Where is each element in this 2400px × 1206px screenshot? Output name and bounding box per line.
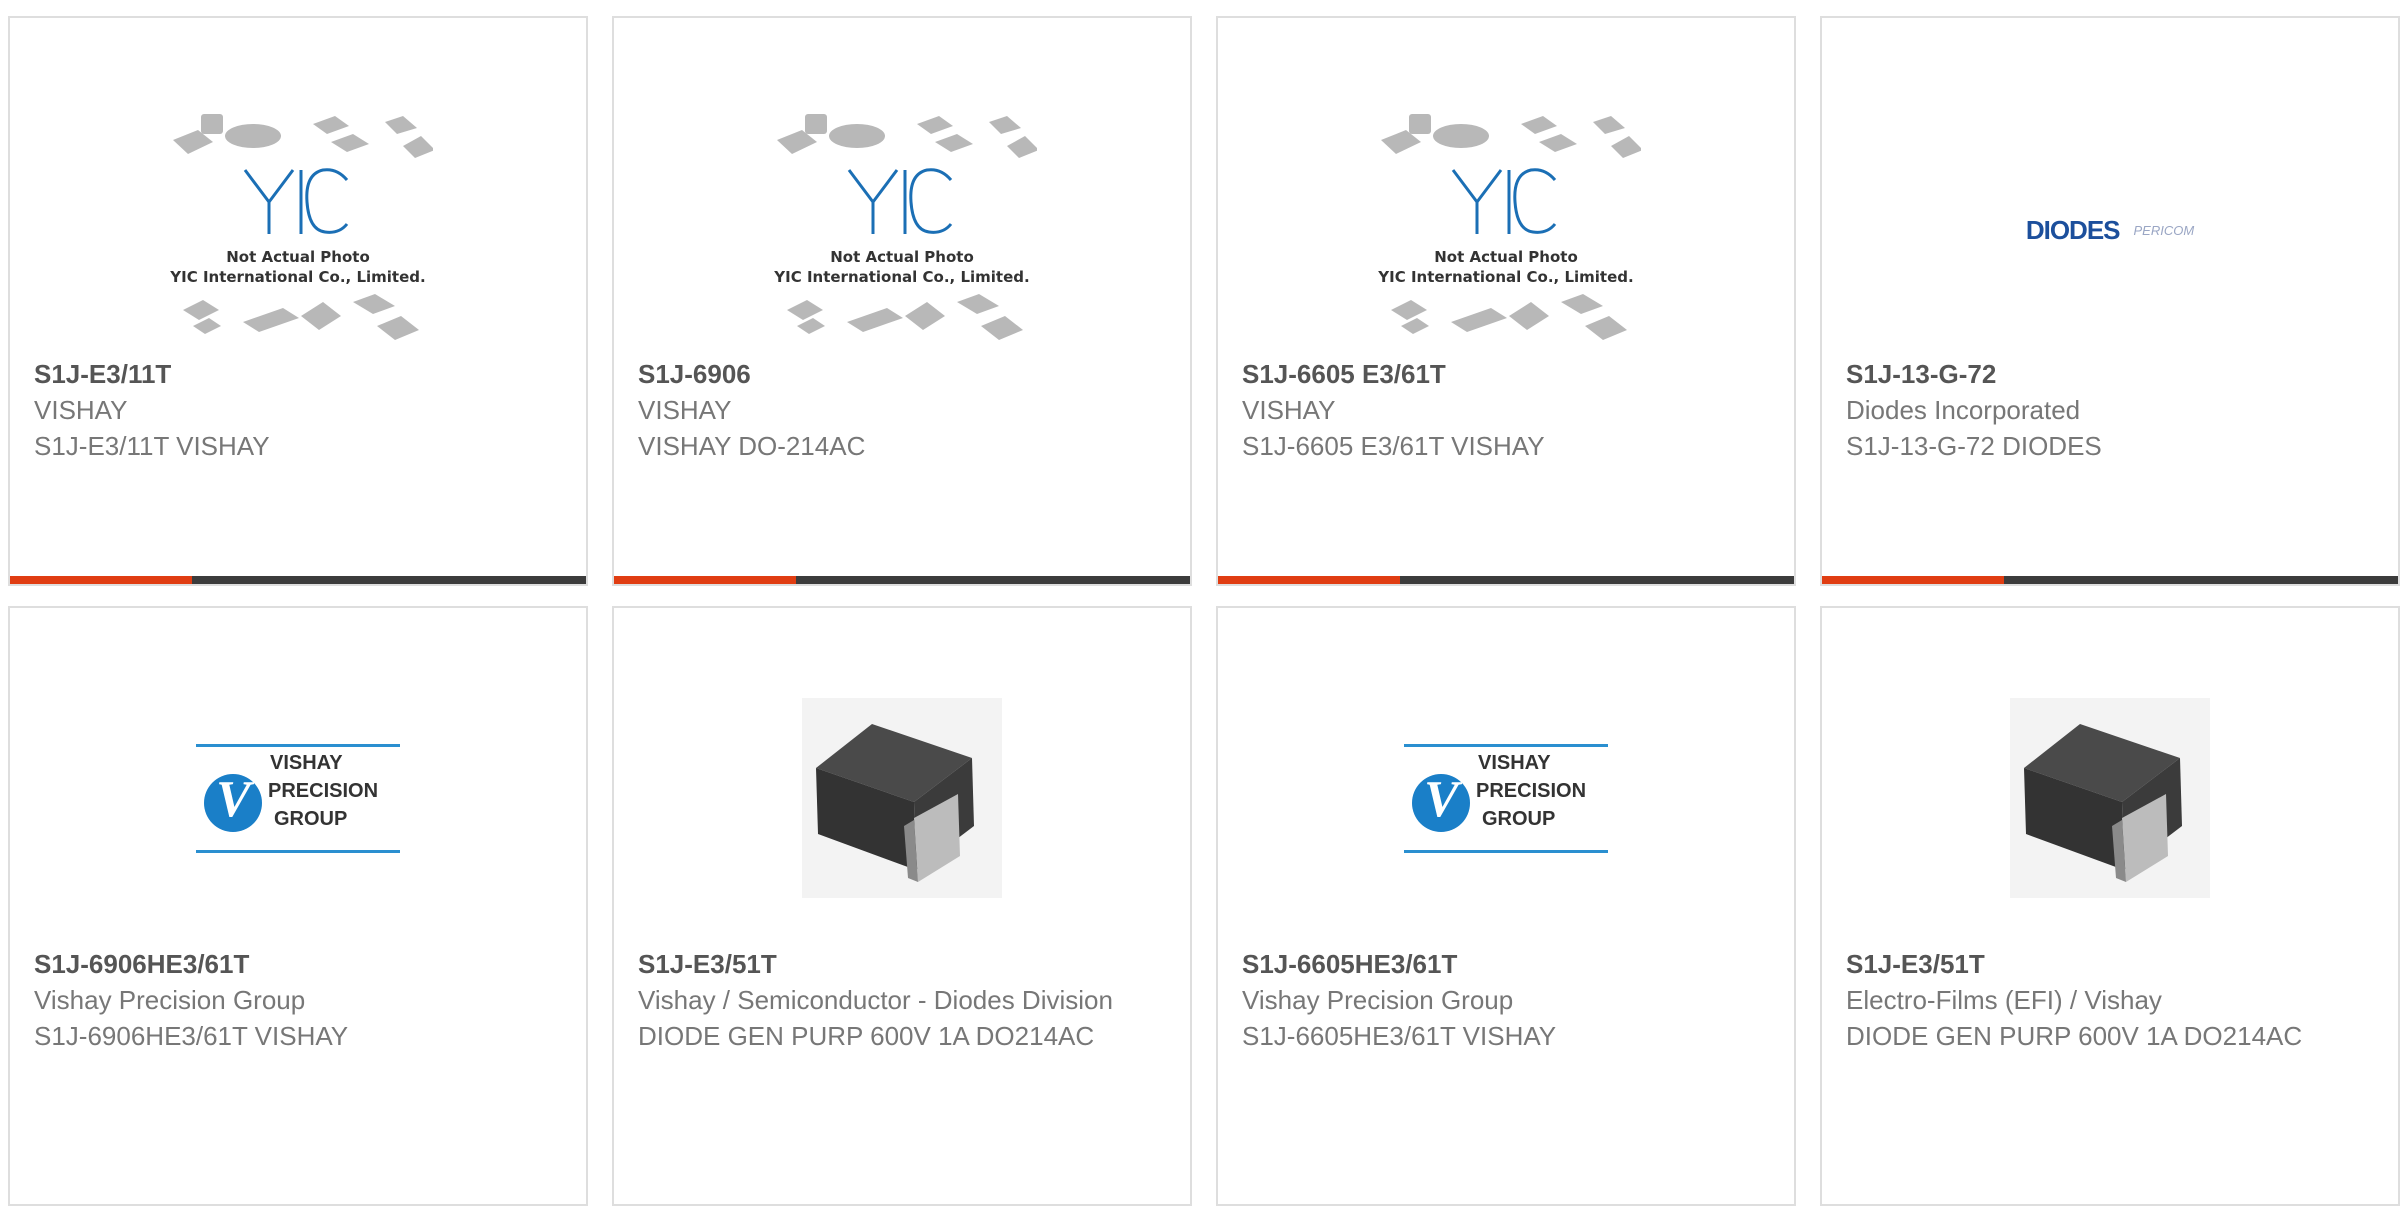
product-image: Not Actual Photo YIC International Co., … [1218, 102, 1794, 358]
description: DIODE GEN PURP 600V 1A DO214AC [1846, 1021, 2303, 1051]
part-number[interactable]: S1J-E3/11T [34, 356, 562, 392]
logo-divider [1404, 744, 1608, 747]
logo-word-vishay: VISHAY [270, 752, 343, 774]
product-card[interactable]: S1J-E3/51T Electro-Films (EFI) / Vishay … [1820, 606, 2400, 1206]
description: S1J-6906HE3/61T VISHAY [34, 1021, 349, 1051]
yic-logo-icon [1451, 168, 1557, 234]
part-number[interactable]: S1J-6906HE3/61T [34, 946, 562, 982]
diodes-brand: DIODES [2025, 214, 2121, 245]
product-info: S1J-6605 E3/61T VISHAY S1J-6605 E3/61T V… [1242, 356, 1770, 464]
not-actual-photo-label: Not Actual Photo [830, 248, 974, 266]
product-card[interactable]: V VISHAY PRECISION GROUP S1J-6906HE3/61T… [8, 606, 588, 1206]
yic-placeholder-image: Not Actual Photo YIC International Co., … [767, 110, 1039, 350]
yic-company-label: YIC International Co., Limited. [170, 268, 426, 286]
part-number[interactable]: S1J-13-G-72 [1846, 356, 2374, 392]
card-footer-bar [614, 576, 1190, 584]
description: VISHAY DO-214AC [638, 431, 866, 461]
smd-diode-icon [2010, 698, 2210, 898]
logo-divider [1404, 850, 1608, 853]
product-info: S1J-E3/11T VISHAY S1J-E3/11T VISHAY [34, 356, 562, 464]
card-accent-bar [10, 576, 192, 584]
product-grid: Not Actual Photo YIC International Co., … [0, 0, 2400, 1206]
description: S1J-E3/11T VISHAY [34, 431, 270, 461]
description: S1J-6605 E3/61T VISHAY [1242, 431, 1545, 461]
manufacturer: VISHAY [34, 395, 128, 425]
vishay-precision-group-logo: V VISHAY PRECISION GROUP [196, 736, 400, 860]
manufacturer: VISHAY [1242, 395, 1336, 425]
product-info: S1J-E3/51T Vishay / Semiconductor - Diod… [638, 946, 1166, 1054]
yic-placeholder-image: Not Actual Photo YIC International Co., … [1371, 110, 1643, 350]
logo-word-precision: PRECISION [268, 780, 379, 802]
product-image: V VISHAY PRECISION GROUP [1218, 678, 1794, 918]
manufacturer: Vishay / Semiconductor - Diodes Division [638, 985, 1113, 1015]
card-accent-bar [1822, 576, 2004, 584]
logo-divider [196, 850, 400, 853]
manufacturer: Diodes Incorporated [1846, 395, 2081, 425]
logo-word-precision: PRECISION [1476, 780, 1587, 802]
product-card[interactable]: Not Actual Photo YIC International Co., … [1216, 16, 1796, 586]
product-image: V VISHAY PRECISION GROUP [10, 678, 586, 918]
yic-logo-icon [847, 168, 953, 234]
product-info: S1J-13-G-72 Diodes Incorporated S1J-13-G… [1846, 356, 2374, 464]
product-image: Not Actual Photo YIC International Co., … [10, 102, 586, 358]
yic-company-label: YIC International Co., Limited. [1378, 268, 1634, 286]
not-actual-photo-label: Not Actual Photo [226, 248, 370, 266]
product-card[interactable]: Not Actual Photo YIC International Co., … [612, 16, 1192, 586]
part-number[interactable]: S1J-6605HE3/61T [1242, 946, 1770, 982]
card-footer-bar [1822, 576, 2398, 584]
card-accent-bar [1218, 576, 1400, 584]
part-number[interactable]: S1J-E3/51T [1846, 946, 2374, 982]
product-image: DIODES PERICOM [1822, 102, 2398, 358]
diodes-logo: DIODES PERICOM [2026, 215, 2194, 246]
not-actual-photo-label: Not Actual Photo [1434, 248, 1578, 266]
card-footer-bar [10, 576, 586, 584]
vishay-precision-group-logo: V VISHAY PRECISION GROUP [1404, 736, 1608, 860]
yic-placeholder-image: Not Actual Photo YIC International Co., … [163, 110, 435, 350]
logo-word-vishay: VISHAY [1478, 752, 1551, 774]
logo-word-group: GROUP [1482, 808, 1556, 830]
part-number[interactable]: S1J-E3/51T [638, 946, 1166, 982]
product-info: S1J-6906HE3/61T Vishay Precision Group S… [34, 946, 562, 1054]
product-card[interactable]: V VISHAY PRECISION GROUP S1J-6605HE3/61T… [1216, 606, 1796, 1206]
description: S1J-13-G-72 DIODES [1846, 431, 2102, 461]
part-number[interactable]: S1J-6605 E3/61T [1242, 356, 1770, 392]
yic-logo-icon [243, 168, 349, 234]
product-card[interactable]: S1J-E3/51T Vishay / Semiconductor - Diod… [612, 606, 1192, 1206]
product-image [1822, 678, 2398, 918]
yic-company-label: YIC International Co., Limited. [774, 268, 1030, 286]
logo-word-group: GROUP [274, 808, 348, 830]
logo-divider [196, 744, 400, 747]
pericom-brand: PERICOM [2133, 222, 2195, 238]
product-image [614, 678, 1190, 918]
product-image: Not Actual Photo YIC International Co., … [614, 102, 1190, 358]
product-info: S1J-6906 VISHAY VISHAY DO-214AC [638, 356, 1166, 464]
card-accent-bar [614, 576, 796, 584]
product-info: S1J-E3/51T Electro-Films (EFI) / Vishay … [1846, 946, 2374, 1054]
card-footer-bar [1218, 576, 1794, 584]
product-card[interactable]: DIODES PERICOM S1J-13-G-72 Diodes Incorp… [1820, 16, 2400, 586]
product-card[interactable]: Not Actual Photo YIC International Co., … [8, 16, 588, 586]
manufacturer: Vishay Precision Group [34, 985, 306, 1015]
manufacturer: Vishay Precision Group [1242, 985, 1514, 1015]
description: S1J-6605HE3/61T VISHAY [1242, 1021, 1557, 1051]
smd-diode-icon [802, 698, 1002, 898]
product-info: S1J-6605HE3/61T Vishay Precision Group S… [1242, 946, 1770, 1054]
manufacturer: Electro-Films (EFI) / Vishay [1846, 985, 2162, 1015]
manufacturer: VISHAY [638, 395, 732, 425]
description: DIODE GEN PURP 600V 1A DO214AC [638, 1021, 1095, 1051]
part-number[interactable]: S1J-6906 [638, 356, 1166, 392]
